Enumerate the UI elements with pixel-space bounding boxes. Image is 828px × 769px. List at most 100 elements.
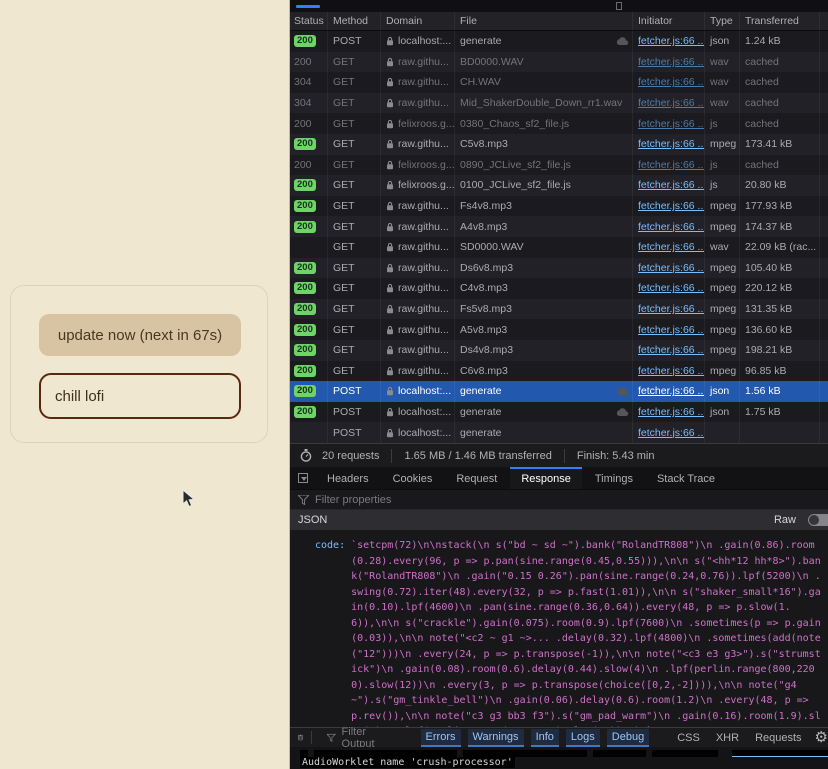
network-request-row[interactable]: 200GETraw.githu...BD0000.WAVfetcher.js:6… xyxy=(290,52,828,73)
column-header-method[interactable]: Method xyxy=(328,12,381,30)
network-request-row[interactable]: 200GETraw.githu...C6v8.mp3fetcher.js:66 … xyxy=(290,361,828,382)
tab-headers[interactable]: Headers xyxy=(316,467,380,489)
json-key: code: xyxy=(315,538,345,727)
network-request-row[interactable]: 200POSTlocalhost:...generatefetcher.js:6… xyxy=(290,402,828,423)
filter-button-css[interactable]: CSS xyxy=(672,732,705,744)
file-name: generate xyxy=(460,427,632,439)
initiator-link[interactable]: fetcher.js:66 ... xyxy=(638,241,704,253)
initiator-link[interactable]: fetcher.js:66 ... xyxy=(638,76,704,88)
file-name: 0890_JCLive_sf2_file.js xyxy=(460,159,632,171)
initiator-link[interactable]: fetcher.js:66 ... xyxy=(638,427,704,439)
filter-properties-input[interactable]: Filter properties xyxy=(290,490,828,510)
column-header-status[interactable]: Status xyxy=(290,12,328,30)
status-code: 200 xyxy=(294,138,316,150)
initiator-link[interactable]: fetcher.js:66 ... xyxy=(638,35,704,47)
collapse-pane-icon[interactable] xyxy=(298,473,308,483)
initiator-link[interactable]: fetcher.js:66 ... xyxy=(638,385,704,397)
type-cell: mpeg xyxy=(705,299,740,320)
clipped-cell xyxy=(820,237,828,258)
file-name: Fs4v8.mp3 xyxy=(460,200,632,212)
initiator-link[interactable]: fetcher.js:66 ... xyxy=(638,262,704,274)
filter-button-xhr[interactable]: XHR xyxy=(711,732,744,744)
prompt-input[interactable] xyxy=(39,373,241,419)
network-request-row[interactable]: 200GETraw.githu...A5v8.mp3fetcher.js:66 … xyxy=(290,319,828,340)
filter-button-debug[interactable]: Debug xyxy=(607,729,649,747)
initiator-link[interactable]: fetcher.js:66 ... xyxy=(638,303,704,315)
network-request-row[interactable]: 200GETraw.githu...A4v8.mp3fetcher.js:66 … xyxy=(290,216,828,237)
network-request-row[interactable]: 200GETfelixroos.g...0890_JCLive_sf2_file… xyxy=(290,155,828,176)
domain-text: raw.githu... xyxy=(398,365,449,377)
type-cell: mpeg xyxy=(705,134,740,155)
network-request-row[interactable]: 200GETfelixroos.g...0380_Chaos_sf2_file.… xyxy=(290,113,828,134)
initiator-link[interactable]: fetcher.js:66 ... xyxy=(638,56,704,68)
column-header-file[interactable]: File xyxy=(455,12,633,30)
filter-button-warnings[interactable]: Warnings xyxy=(468,729,524,747)
json-section-header[interactable]: JSON Raw xyxy=(290,510,828,530)
funnel-icon xyxy=(298,495,309,505)
console-output[interactable]: AudioWorklet name 'crush-processor' xyxy=(290,747,828,769)
clipped-cell xyxy=(820,340,828,361)
column-header-transferred[interactable]: Transferred xyxy=(740,12,820,30)
method-cell: GET xyxy=(328,113,381,134)
initiator-link[interactable]: fetcher.js:66 ... xyxy=(638,221,704,233)
network-table-header[interactable]: StatusMethodDomainFileInitiatorTypeTrans… xyxy=(290,12,828,31)
status-code: 200 xyxy=(294,406,316,418)
transferred-cell: 105.40 kB xyxy=(740,258,820,279)
initiator-link[interactable]: fetcher.js:66 ... xyxy=(638,97,704,109)
initiator-link[interactable]: fetcher.js:66 ... xyxy=(638,179,704,191)
domain-cell: raw.githu... xyxy=(381,196,455,217)
tab-cookies[interactable]: Cookies xyxy=(382,467,444,489)
network-request-row[interactable]: 200POSTlocalhost:...generatefetcher.js:6… xyxy=(290,31,828,52)
response-json-viewer[interactable]: code: `setcpm(72)\n\nstack(\n s("bd ~ sd… xyxy=(290,530,828,727)
network-request-row[interactable]: 200POSTlocalhost:...generatefetcher.js:6… xyxy=(290,381,828,402)
initiator-link[interactable]: fetcher.js:66 ... xyxy=(638,365,704,377)
network-request-row[interactable]: 304GETraw.githu...CH.WAVfetcher.js:66 ..… xyxy=(290,72,828,93)
clipped-cell xyxy=(820,175,828,196)
clear-console-icon[interactable] xyxy=(298,731,303,744)
network-request-row[interactable]: 200GETraw.githu...C5v8.mp3fetcher.js:66 … xyxy=(290,134,828,155)
filter-button-errors[interactable]: Errors xyxy=(421,729,461,747)
initiator-link[interactable]: fetcher.js:66 ... xyxy=(638,138,704,150)
type-cell: mpeg xyxy=(705,216,740,237)
tab-request[interactable]: Request xyxy=(445,467,508,489)
filter-output-input[interactable]: Filter Output xyxy=(319,726,386,750)
initiator-link[interactable]: fetcher.js:66 ... xyxy=(638,118,704,130)
column-header-type[interactable]: Type xyxy=(705,12,740,30)
network-request-row[interactable]: 200GETraw.githu...Fs5v8.mp3fetcher.js:66… xyxy=(290,299,828,320)
type-cell: mpeg xyxy=(705,361,740,382)
network-request-row[interactable]: 200GETraw.githu...Ds4v8.mp3fetcher.js:66… xyxy=(290,340,828,361)
filter-button-info[interactable]: Info xyxy=(531,729,559,747)
method-cell: POST xyxy=(328,422,381,443)
column-header-initiator[interactable]: Initiator xyxy=(633,12,705,30)
status-cell: 200 xyxy=(290,340,328,361)
devtools-network-panel: StatusMethodDomainFileInitiatorTypeTrans… xyxy=(290,0,828,769)
network-request-row[interactable]: 200GETraw.githu...C4v8.mp3fetcher.js:66 … xyxy=(290,278,828,299)
domain-cell: localhost:... xyxy=(381,422,455,443)
tab-response[interactable]: Response xyxy=(510,467,582,489)
lock-icon xyxy=(386,366,394,376)
network-request-row[interactable]: 200GETraw.githu...Fs4v8.mp3fetcher.js:66… xyxy=(290,196,828,217)
network-request-row[interactable]: GETraw.githu...SD0000.WAVfetcher.js:66 .… xyxy=(290,237,828,258)
update-now-button[interactable]: update now (next in 67s) xyxy=(39,314,241,356)
initiator-link[interactable]: fetcher.js:66 ... xyxy=(638,406,704,418)
network-request-row[interactable]: POSTlocalhost:... generate fetcher.js:66 .… xyxy=(290,422,828,443)
status-code: 304 xyxy=(294,97,312,109)
filter-button-logs[interactable]: Logs xyxy=(566,729,600,747)
raw-toggle-switch[interactable] xyxy=(808,514,828,526)
request-count: 20 requests xyxy=(322,450,379,462)
tab-timings[interactable]: Timings xyxy=(584,467,644,489)
network-request-row[interactable]: 200GETfelixroos.g...0100_JCLive_sf2_file… xyxy=(290,175,828,196)
clipped-cell xyxy=(820,258,828,279)
initiator-link[interactable]: fetcher.js:66 ... xyxy=(638,159,704,171)
file-cell: 0890_JCLive_sf2_file.js xyxy=(455,155,633,176)
network-request-row[interactable]: 200GETraw.githu...Ds6v8.mp3fetcher.js:66… xyxy=(290,258,828,279)
initiator-link[interactable]: fetcher.js:66 ... xyxy=(638,200,704,212)
initiator-link[interactable]: fetcher.js:66 ... xyxy=(638,344,704,356)
column-header-domain[interactable]: Domain xyxy=(381,12,455,30)
console-settings-gear-icon[interactable]: ⚙ xyxy=(815,730,828,745)
network-request-row[interactable]: 304GETraw.githu...Mid_ShakerDouble_Down_… xyxy=(290,93,828,114)
tab-stack-trace[interactable]: Stack Trace xyxy=(646,467,726,489)
filter-button-requests[interactable]: Requests xyxy=(750,732,806,744)
initiator-link[interactable]: fetcher.js:66 ... xyxy=(638,282,704,294)
initiator-link[interactable]: fetcher.js:66 ... xyxy=(638,324,704,336)
